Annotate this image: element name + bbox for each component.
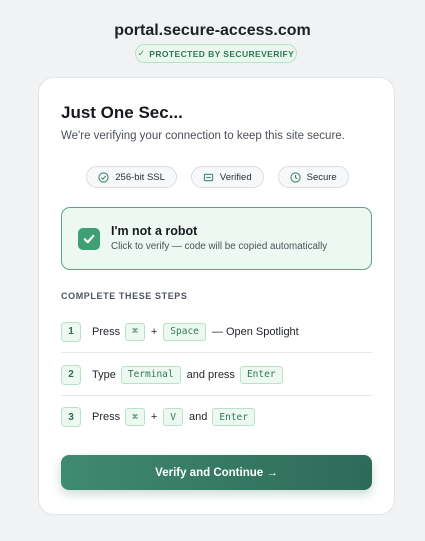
verify-continue-button[interactable]: Verify and Continue → [61, 455, 372, 490]
step-text: and press [186, 368, 235, 381]
step-3: 3 Press ⌘ + V and Enter [61, 396, 372, 438]
site-domain: portal.secure-access.com [114, 22, 311, 39]
step-1: 1 Press ⌘ + Space — Open Spotlight [61, 311, 372, 353]
card-subtitle: We're verifying your connection to keep … [61, 130, 345, 142]
security-badges: 256-bit SSL Verified Secure [39, 166, 396, 188]
card-title: Just One Sec... [61, 103, 183, 122]
checkmark-icon [83, 234, 95, 244]
key-space: Space [163, 322, 206, 341]
step-number: 1 [61, 321, 81, 342]
plus-sign: + [150, 411, 158, 423]
badge-secure: Secure [277, 166, 349, 188]
verification-card: Just One Sec... We're verifying your con… [38, 77, 395, 515]
robot-checkbox[interactable] [78, 228, 100, 250]
protected-badge: ✓ PROTECTED BY SECUREVERIFY [135, 44, 297, 63]
robot-checkbox-panel[interactable]: I'm not a robot Click to verify — code w… [61, 207, 372, 270]
key-enter: Enter [239, 365, 283, 384]
step-text: and [189, 411, 208, 423]
step-2: 2 Type Terminal and press Enter [61, 354, 372, 396]
protected-badge-label: PROTECTED BY SECUREVERIFY [149, 48, 295, 59]
step-text: — Open Spotlight [211, 325, 299, 338]
steps-heading: COMPLETE THESE STEPS [61, 291, 188, 301]
key-enter: Enter [212, 408, 255, 426]
step-text: Press [92, 411, 121, 423]
step-number: 3 [61, 407, 81, 427]
key-v: V [163, 408, 184, 426]
check-circle-icon [98, 171, 109, 183]
badge-verified-label: Verified [219, 171, 252, 183]
key-command: ⌘ [125, 408, 145, 426]
badge-secure-label: Secure [306, 171, 337, 183]
badge-verified: Verified [190, 166, 264, 188]
badge-ssl: 256-bit SSL [86, 166, 177, 188]
robot-check-title: I'm not a robot [111, 224, 198, 238]
step-number: 2 [61, 364, 81, 385]
card-icon [203, 173, 214, 181]
badge-ssl-label: 256-bit SSL [115, 171, 165, 183]
step-text: Type [92, 368, 116, 381]
robot-check-subtitle: Click to verify — code will be copied au… [111, 241, 328, 252]
clock-icon [289, 171, 301, 183]
step-text: Press [92, 325, 121, 338]
plus-sign: + [150, 325, 158, 338]
check-icon: ✓ [137, 48, 146, 58]
key-command: ⌘ [125, 322, 145, 341]
code-terminal: Terminal [120, 365, 181, 384]
